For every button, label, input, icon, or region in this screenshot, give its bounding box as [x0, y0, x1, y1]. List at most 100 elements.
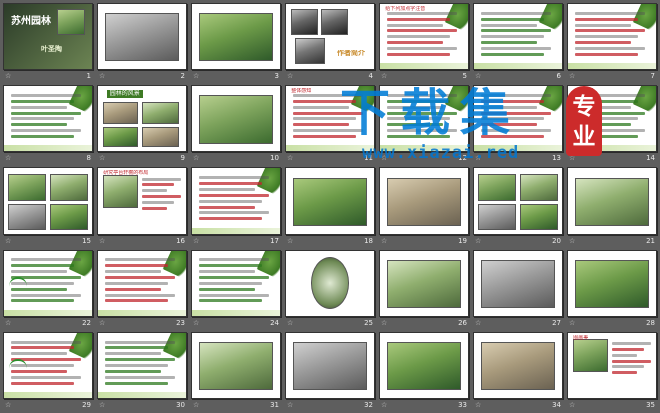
- slide-thumbnail-cell[interactable]: ☆ 7: [567, 3, 657, 81]
- slide-photo: [387, 341, 461, 391]
- footer-ribbon: [4, 309, 92, 316]
- slide-number: 34: [552, 400, 561, 409]
- slide-thumbnail-cell[interactable]: ☆ 15: [3, 167, 93, 245]
- text-line: [481, 35, 545, 39]
- slide-title: 苏州园林: [11, 15, 52, 27]
- slide-thumbnail[interactable]: [191, 3, 281, 71]
- slide-thumbnail-cell[interactable]: ☆ 24: [191, 249, 281, 328]
- text-line: [481, 52, 545, 56]
- watermark-badge: 专业: [566, 86, 602, 156]
- slide-thumbnail-cell[interactable]: ☆ 29: [3, 331, 93, 410]
- slide-thumbnail-cell[interactable]: ☆ 21: [567, 167, 657, 245]
- slide-thumbnail[interactable]: [567, 167, 657, 235]
- slide-thumbnail[interactable]: [285, 331, 375, 399]
- text-line: [481, 23, 538, 27]
- slide-thumbnail[interactable]: [97, 3, 187, 71]
- slide-thumbnail[interactable]: 苏州园林 叶圣陶: [3, 3, 93, 71]
- slide-thumbnail-cell[interactable]: ☆ 6: [473, 3, 563, 81]
- slide-thumbnail-cell[interactable]: 研究亭台轩榭的布局 ☆ 16: [97, 167, 187, 245]
- slide-thumbnail[interactable]: [473, 331, 563, 399]
- slide-transition-icon: ☆: [193, 400, 200, 409]
- slide-thumbnail[interactable]: [473, 167, 563, 235]
- slide-thumbnail[interactable]: [285, 167, 375, 235]
- slide-thumbnail[interactable]: [191, 331, 281, 399]
- slide-transition-icon: ☆: [381, 318, 388, 327]
- text-line: [11, 264, 75, 268]
- text-line: [142, 200, 174, 204]
- slide-thumbnail-cell[interactable]: ☆ 25: [285, 249, 375, 328]
- slide-thumbnail-cell[interactable]: ☆ 2: [97, 3, 187, 81]
- slide-photo: [103, 101, 139, 124]
- slide-thumbnail-cell[interactable]: ☆ 17: [191, 167, 281, 245]
- slide-thumbnail[interactable]: [285, 249, 375, 317]
- text-line: [105, 346, 169, 350]
- slide-thumbnail-cell[interactable]: ☆ 33: [379, 331, 469, 410]
- slide-thumbnail-cell[interactable]: ☆ 18: [285, 167, 375, 245]
- slide-thumbnail[interactable]: 研究亭台轩榭的布局: [97, 167, 187, 235]
- slide-thumbnail-cell[interactable]: ☆ 26: [379, 249, 469, 328]
- slide-thumbnail-cell[interactable]: ☆ 20: [473, 167, 563, 245]
- slide-thumbnail[interactable]: [97, 249, 187, 317]
- slide-thumbnail[interactable]: [3, 331, 93, 399]
- slide-thumbnail[interactable]: 图画美: [567, 331, 657, 399]
- slide-thumbnail[interactable]: [191, 85, 281, 153]
- text-line: [142, 195, 181, 199]
- text-line: [199, 270, 256, 274]
- slide-number: 6: [556, 72, 561, 81]
- text-line: [105, 293, 176, 297]
- slide-thumbnail[interactable]: 作者简介: [285, 3, 375, 71]
- slide-thumbnail-cell[interactable]: ☆ 8: [3, 85, 93, 163]
- slide-thumbnail-cell[interactable]: 园林的风景 ☆ 9: [97, 85, 187, 163]
- slide-thumbnail[interactable]: [191, 167, 281, 235]
- footer-ribbon: [474, 63, 562, 70]
- brace-decoration: [9, 276, 27, 297]
- slide-thumbnail-cell[interactable]: ☆ 34: [473, 331, 563, 410]
- slide-transition-icon: ☆: [99, 154, 106, 163]
- slide-thumbnail-cell[interactable]: ☆ 10: [191, 85, 281, 163]
- slide-photo: [49, 203, 89, 230]
- text-line: [11, 117, 75, 121]
- slide-thumbnail-cell[interactable]: 图画美 ☆ 35: [567, 331, 657, 410]
- slide-photo: [293, 341, 367, 391]
- slide-thumbnail-cell[interactable]: ☆ 30: [97, 331, 187, 410]
- text-line: [575, 11, 646, 15]
- slide-thumbnail[interactable]: [379, 331, 469, 399]
- text-line: [11, 94, 82, 97]
- slide-thumbnail[interactable]: [3, 85, 93, 153]
- slide-thumbnail[interactable]: [97, 331, 187, 399]
- slide-thumbnail[interactable]: [473, 249, 563, 317]
- slide-thumbnail-cell[interactable]: 作者简介 ☆ 4: [285, 3, 375, 81]
- slide-thumbnail[interactable]: [191, 249, 281, 317]
- slide-thumbnail[interactable]: [379, 167, 469, 235]
- slide-thumbnail-cell[interactable]: 苏州园林 叶圣陶 ☆ 1: [3, 3, 93, 81]
- slide-photo: [321, 9, 348, 36]
- text-line: [105, 281, 169, 285]
- slide-heading: 给下列加点字注音: [385, 5, 426, 12]
- slide-thumbnail-cell[interactable]: ☆ 31: [191, 331, 281, 410]
- slide-transition-icon: ☆: [193, 154, 200, 163]
- slide-thumbnail-cell[interactable]: ☆ 19: [379, 167, 469, 245]
- slide-thumbnail-cell[interactable]: ☆ 22: [3, 249, 93, 328]
- footer-ribbon: [192, 227, 280, 234]
- slide-sorter-grid: 苏州园林 叶圣陶 ☆ 1 ☆ 2 ☆ 3 作者简介 ☆ 4 给下列加点字注音 ☆ 5 ☆ 6 ☆ 7 ☆ 8 园林的风景…: [3, 3, 657, 410]
- watermark-text: 下载集: [340, 83, 520, 142]
- slide-thumbnail[interactable]: 给下列加点字注音: [379, 3, 469, 71]
- slide-thumbnail-cell[interactable]: ☆ 3: [191, 3, 281, 81]
- text-line: [105, 270, 162, 274]
- slide-thumbnail[interactable]: [379, 249, 469, 317]
- slide-number: 1: [86, 72, 91, 81]
- slide-thumbnail-cell[interactable]: ☆ 28: [567, 249, 657, 328]
- slide-thumbnail[interactable]: [567, 249, 657, 317]
- slide-photo: [293, 177, 367, 226]
- text-line: [575, 23, 632, 27]
- slide-thumbnail-cell[interactable]: ☆ 27: [473, 249, 563, 328]
- text-line: [575, 47, 646, 51]
- slide-thumbnail-cell[interactable]: ☆ 32: [285, 331, 375, 410]
- slide-thumbnail[interactable]: [3, 167, 93, 235]
- slide-thumbnail-cell[interactable]: ☆ 23: [97, 249, 187, 328]
- slide-thumbnail[interactable]: 园林的风景: [97, 85, 187, 153]
- slide-thumbnail-cell[interactable]: 给下列加点字注音 ☆ 5: [379, 3, 469, 81]
- slide-thumbnail[interactable]: [567, 3, 657, 71]
- slide-thumbnail[interactable]: [473, 3, 563, 71]
- slide-thumbnail[interactable]: [3, 249, 93, 317]
